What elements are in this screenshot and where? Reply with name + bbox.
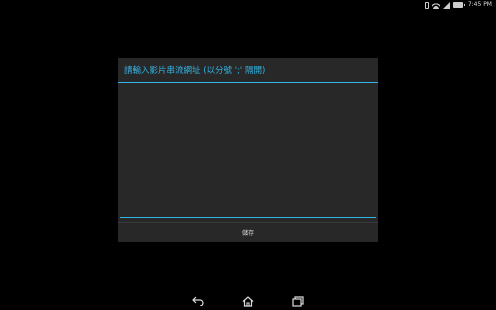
dialog-header: 請輸入影片串流網址 (以分號 ';' 隔開) xyxy=(118,58,378,83)
navigation-bar xyxy=(0,292,496,310)
status-bar: 7:45 PM xyxy=(0,0,496,10)
recent-apps-icon[interactable] xyxy=(291,295,305,307)
back-icon[interactable] xyxy=(191,295,205,307)
vibrate-icon xyxy=(424,1,429,9)
home-icon[interactable] xyxy=(241,295,255,307)
save-button[interactable]: 儲存 xyxy=(118,223,378,242)
signal-icon xyxy=(442,1,450,9)
screen: 7:45 PM 請輸入影片串流網址 (以分號 ';' 隔開) 儲存 xyxy=(0,0,496,310)
dialog-title: 請輸入影片串流網址 (以分號 ';' 隔開) xyxy=(124,66,266,76)
battery-icon xyxy=(452,2,465,8)
stream-url-input[interactable] xyxy=(120,88,376,218)
stream-url-dialog: 請輸入影片串流網址 (以分號 ';' 隔開) 儲存 xyxy=(118,58,378,242)
status-clock: 7:45 PM xyxy=(467,1,492,8)
wifi-icon xyxy=(431,1,440,9)
